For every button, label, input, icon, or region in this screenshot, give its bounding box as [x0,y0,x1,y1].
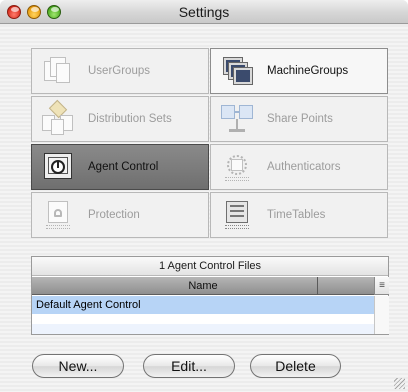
category-distribution-sets[interactable]: Distribution Sets [31,96,209,142]
category-time-tables[interactable]: TimeTables [210,192,388,238]
category-label: Protection [88,209,140,221]
window-title: Settings [178,4,230,20]
category-machine-groups[interactable]: MachineGroups [210,48,388,94]
protection-icon [42,199,74,231]
files-table-caption: 1 Agent Control Files [32,257,388,276]
category-label: UserGroups [88,65,150,77]
edit-button[interactable]: Edit... [143,354,235,378]
category-label: MachineGroups [267,65,349,77]
agent-control-icon [42,151,74,183]
title-bar[interactable]: Settings [0,0,408,24]
category-label: Agent Control [88,161,159,173]
category-label: TimeTables [267,209,326,221]
category-protection[interactable]: Protection [31,192,209,238]
resize-grip-icon[interactable] [394,378,405,389]
table-row[interactable]: Default Agent Control [32,296,374,314]
new-button[interactable]: New... [32,354,124,378]
category-label: Distribution Sets [88,113,172,125]
column-divider[interactable] [317,277,318,295]
category-label: Authenticators [267,161,341,173]
user-groups-icon [42,55,74,87]
category-label: Share Points [267,113,333,125]
settings-window: Settings UserGroups MachineGroups Distri… [0,0,408,392]
settings-category-grid: UserGroups MachineGroups Distribution Se… [31,48,388,240]
column-menu-icon[interactable]: ≡ [374,277,389,295]
time-tables-icon [221,199,253,231]
agent-control-files-table: 1 Agent Control Files Name ≡ Default Age… [31,256,389,335]
authenticators-icon [221,151,253,183]
share-points-icon [221,103,253,135]
name-column-header[interactable]: Name [32,277,374,295]
empty-table-rows [32,314,374,334]
machine-groups-icon [221,55,253,87]
category-agent-control[interactable]: Agent Control [31,144,209,190]
distribution-sets-icon [42,99,74,135]
category-user-groups[interactable]: UserGroups [31,48,209,94]
delete-button[interactable]: Delete [250,354,341,378]
category-share-points[interactable]: Share Points [210,96,388,142]
category-authenticators[interactable]: Authenticators [210,144,388,190]
table-scrollbar[interactable] [374,296,389,334]
